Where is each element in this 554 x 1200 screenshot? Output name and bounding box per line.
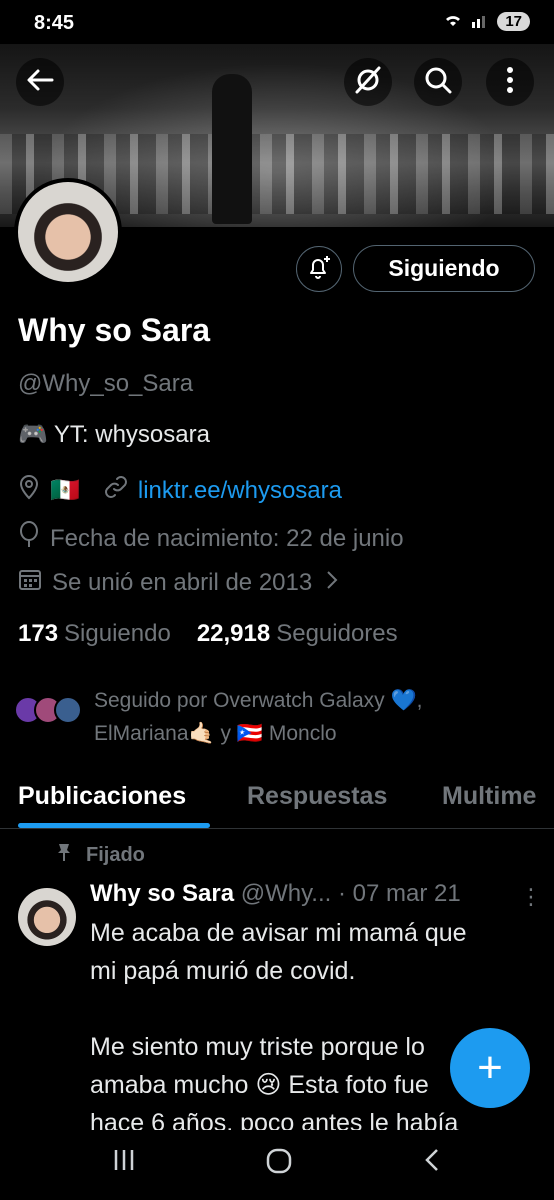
followed-by-row[interactable]: Seguido por Overwatch Galaxy 💙, ElMarian… [14, 684, 494, 750]
search-button[interactable] [414, 58, 462, 106]
active-tab-indicator [18, 823, 210, 828]
post-header: Why so Sara @Why... · 07 mar 21 [90, 880, 461, 908]
profile-website-link[interactable]: linktr.ee/whysosara [138, 477, 342, 505]
status-time: 8:45 [34, 12, 75, 34]
post-text: Me acaba de avisar mi mamá que mi papá m… [90, 919, 467, 1137]
followers-label: Seguidores [276, 620, 398, 647]
profile-handle: @Why_so_Sara [18, 370, 194, 397]
location-flag: 🇲🇽 [50, 477, 80, 504]
following-label: Siguiendo [64, 620, 171, 647]
arrow-left-icon [26, 68, 54, 97]
recent-apps-button[interactable] [112, 1148, 136, 1177]
notifications-button[interactable] [296, 246, 342, 292]
signal-icon [471, 12, 489, 31]
compose-button[interactable]: + [450, 1028, 530, 1108]
joined-text: Se unió en abril de 2013 [52, 568, 313, 596]
post-date[interactable]: · 07 mar 21 [338, 880, 461, 907]
pinned-label: Fijado [56, 842, 145, 868]
balloon-icon [18, 521, 50, 556]
banner-conductor-figure [212, 74, 252, 224]
following-stat[interactable]: 173 Siguiendo [18, 620, 171, 648]
chevron-right-icon [326, 569, 348, 597]
bio-text: YT: whysosara [53, 420, 210, 448]
gamepad-emoji: 🎮 [18, 421, 48, 448]
grok-icon [353, 65, 383, 100]
followed-by-avatars [14, 696, 82, 724]
birthday-text: Fecha de nacimiento: 22 de junio [50, 524, 404, 552]
tab-publicaciones[interactable]: Publicaciones [18, 782, 186, 811]
mini-avatar [54, 696, 82, 724]
followers-stat[interactable]: 22,918 Seguidores [197, 620, 398, 648]
followers-count: 22,918 [196, 620, 271, 647]
pinned-text: Fijado [86, 843, 145, 866]
status-bar: 8:45 17 [0, 0, 554, 44]
calendar-icon [18, 567, 52, 598]
more-vertical-icon [506, 66, 514, 99]
profile-avatar[interactable] [14, 178, 122, 286]
follow-stats: 173 Siguiendo 22,918 Seguidores [18, 620, 398, 648]
system-nav-bar [0, 1130, 554, 1200]
following-count: 173 [18, 620, 59, 647]
tab-multimedia[interactable]: Multime [442, 782, 536, 811]
tab-respuestas[interactable]: Respuestas [247, 782, 387, 811]
followed-by-line: Seguido por Overwatch Galaxy 💙, [94, 689, 423, 712]
followed-by-text: Seguido por Overwatch Galaxy 💙, ElMarian… [94, 684, 494, 750]
back-button[interactable] [16, 58, 64, 106]
post-author-name[interactable]: Why so Sara [90, 880, 234, 907]
grok-button[interactable] [344, 58, 392, 106]
back-nav-button[interactable] [424, 1148, 440, 1177]
following-button[interactable]: Siguiendo [353, 245, 535, 292]
profile-tabs: Publicaciones Respuestas Multime [0, 770, 554, 829]
post-author-handle[interactable]: @Why... [241, 880, 332, 907]
location-pin-icon [18, 474, 50, 507]
birthday-row: Fecha de nacimiento: 22 de junio [18, 521, 404, 556]
battery-indicator: 17 [497, 12, 530, 31]
location-link-row: 🇲🇽 linktr.ee/whysosara [18, 474, 342, 507]
avatar-image [18, 182, 118, 282]
status-icons: 17 [443, 12, 530, 31]
joined-row[interactable]: Se unió en abril de 2013 [18, 567, 348, 598]
more-options-button[interactable] [486, 58, 534, 106]
search-icon [424, 66, 452, 99]
pin-icon [56, 842, 72, 868]
home-button[interactable] [266, 1148, 292, 1179]
post-author-avatar[interactable] [18, 888, 76, 946]
bell-plus-icon [306, 254, 332, 285]
wifi-icon [443, 12, 463, 31]
followed-by-line: ElMariana🤙🏻 y 🇵🇷 Monclo [94, 722, 337, 745]
profile-bio: 🎮 YT: whysosara [18, 420, 210, 449]
link-icon [104, 475, 138, 506]
post-more-button[interactable]: ⋮ [520, 884, 542, 910]
profile-name: Why so Sara [18, 312, 211, 348]
